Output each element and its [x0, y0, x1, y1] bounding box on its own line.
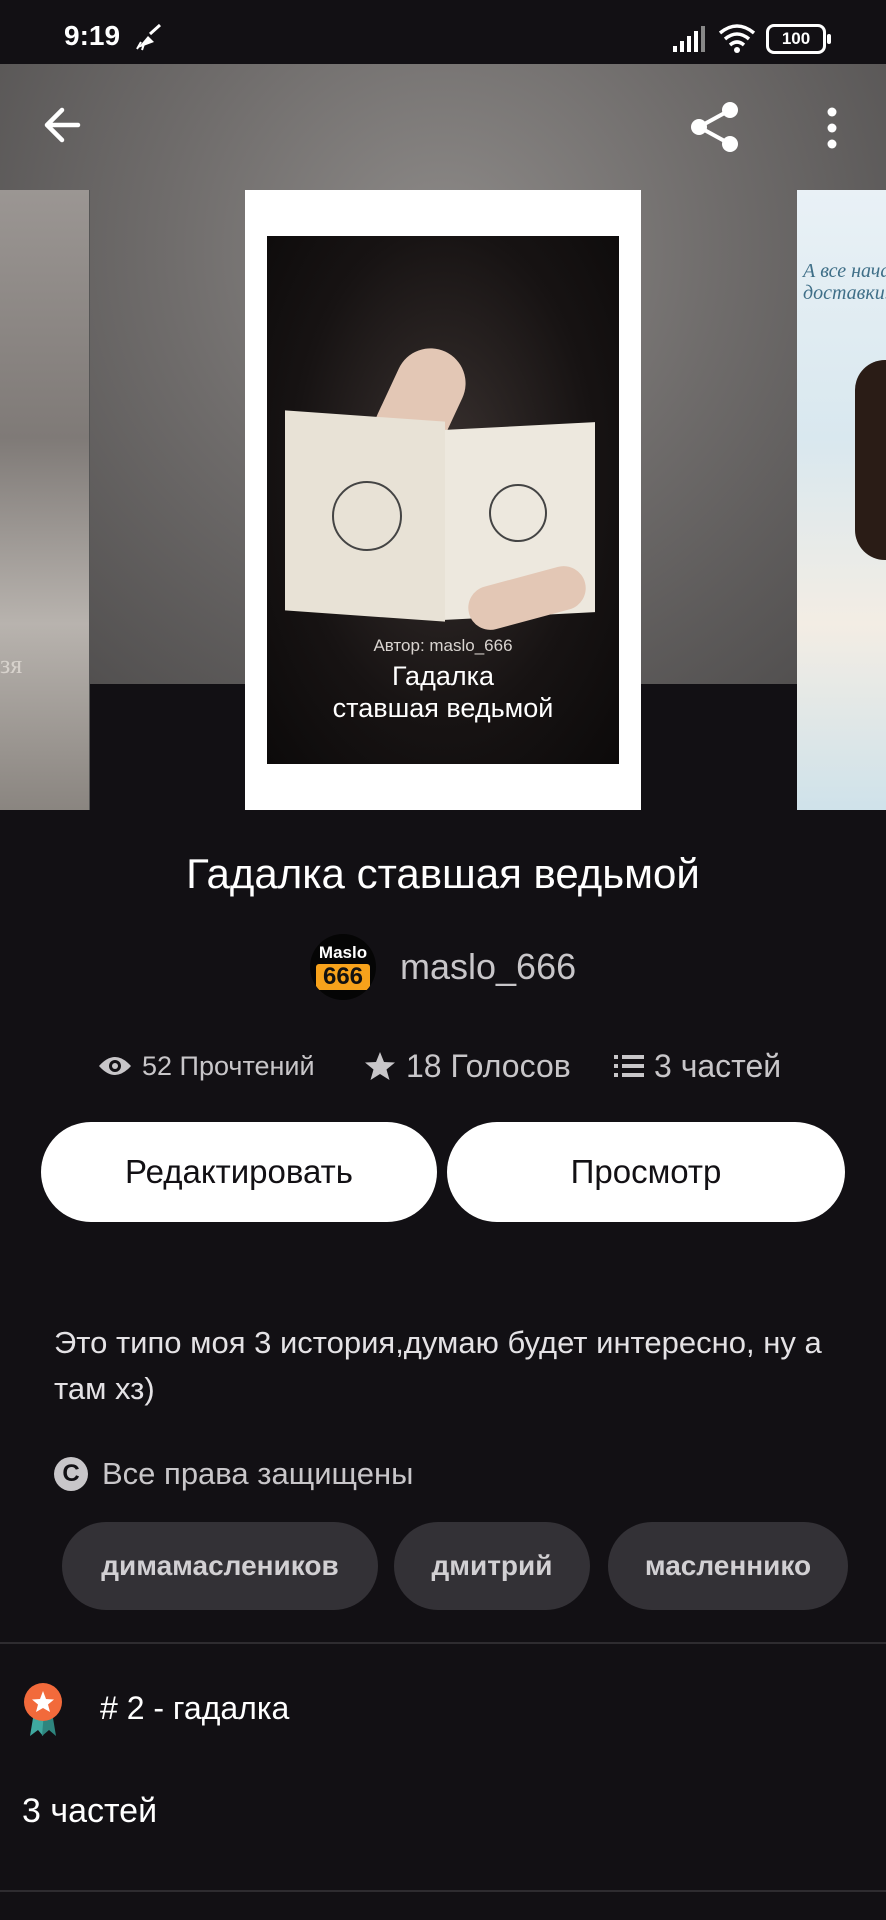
parts-stat: 3 частей: [614, 1044, 781, 1088]
tag-chip[interactable]: димамаслеников: [62, 1522, 378, 1610]
next-cover-fragment: А все нача доставки...: [803, 260, 886, 304]
avatar-text-top: Maslo: [318, 943, 368, 962]
story-description: Это типо моя 3 история,думаю будет интер…: [54, 1325, 822, 1406]
ranking-row[interactable]: # 2 - гадалка: [0, 1680, 886, 1740]
votes-count: 18 Голосов: [406, 1047, 571, 1084]
votes-stat: 18 Голосов: [364, 1044, 571, 1088]
parts-count: 3 частей: [654, 1047, 782, 1084]
signal-icon: [673, 26, 705, 52]
stats-row: 52 Прочтений 18 Голосов 3 частей: [0, 1044, 886, 1088]
parts-heading: 3 частей: [22, 1792, 158, 1830]
edit-button[interactable]: Редактировать: [41, 1122, 437, 1222]
star-icon: [365, 1052, 395, 1080]
battery-icon: 100: [766, 24, 831, 54]
battery-level: 100: [781, 29, 811, 48]
author-row[interactable]: Maslo 666 maslo_666: [0, 934, 886, 1004]
cover-author: Автор: maslo_666: [373, 636, 513, 655]
author-name[interactable]: maslo_666: [400, 946, 576, 988]
copyright-row: C Все права защищены: [54, 1452, 413, 1496]
wifi-icon: [718, 24, 756, 53]
cover-sigil-right: [489, 484, 547, 542]
story-cover[interactable]: Автор: maslo_666 Гадалка ставшая ведьмой: [245, 190, 641, 810]
copyright-icon: C: [54, 1457, 88, 1491]
story-title: Гадалка ставшая ведьмой: [186, 850, 700, 897]
preview-button[interactable]: Просмотр: [447, 1122, 845, 1222]
next-story-cover[interactable]: А все нача доставки...: [797, 190, 886, 810]
reads-count: 52 Прочтений: [142, 1050, 315, 1081]
cover-title: Гадалка ставшая ведьмой: [267, 660, 619, 724]
tag-chip[interactable]: дмитрий: [394, 1522, 590, 1610]
eye-icon: [99, 1057, 131, 1075]
share-button[interactable]: [686, 98, 744, 156]
list-icon: [614, 1055, 644, 1077]
divider: [0, 1890, 886, 1892]
reads-stat: 52 Прочтений: [98, 1044, 315, 1088]
ranking-text: # 2 - гадалка: [100, 1690, 290, 1726]
cover-title-line1: Гадалка: [391, 661, 495, 691]
cover-title-line2: ставшая ведьмой: [332, 693, 554, 723]
broom-icon: [136, 23, 162, 51]
next-cover-fragment-line1: А все нача: [803, 260, 886, 282]
next-cover-fragment-line2: доставки...: [803, 282, 886, 304]
status-time: 9:19: [64, 20, 121, 51]
divider: [0, 1642, 886, 1644]
next-cover-figure: [855, 360, 886, 560]
avatar-text-number: 666: [316, 964, 370, 990]
tag-chip[interactable]: масленнико: [608, 1522, 848, 1610]
previous-story-cover[interactable]: зя: [0, 190, 90, 810]
cover-sigil-left: [332, 481, 402, 551]
ranking-badge-icon: [24, 1683, 62, 1736]
avatar[interactable]: Maslo 666: [310, 934, 376, 1000]
more-options-button[interactable]: [814, 104, 850, 152]
status-bar: 9:19 100: [0, 0, 886, 64]
previous-cover-fragment: зя: [0, 650, 23, 679]
copyright-text: Все права защищены: [102, 1456, 414, 1491]
cover-image: Автор: maslo_666 Гадалка ставшая ведьмой: [267, 236, 619, 764]
back-button[interactable]: [38, 100, 88, 150]
